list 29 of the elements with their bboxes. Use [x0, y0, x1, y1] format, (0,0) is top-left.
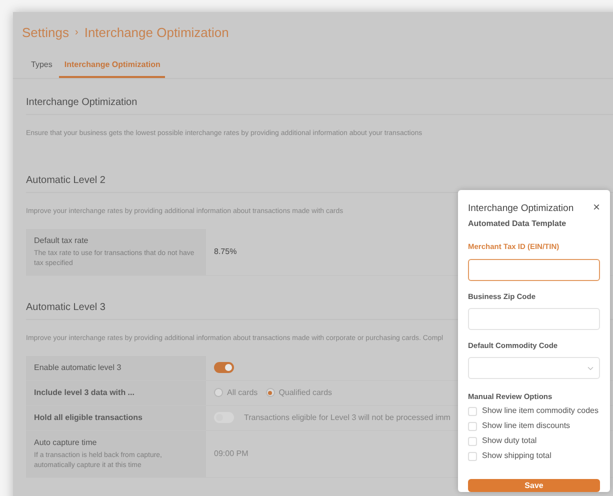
dialog-subtitle: Automated Data Template: [468, 218, 568, 230]
toggle-switch[interactable]: [214, 362, 234, 373]
checkbox[interactable]: [468, 406, 477, 416]
page-title: Interchange Optimization: [84, 24, 229, 42]
save-button[interactable]: Save: [468, 479, 600, 492]
breadcrumb-separator: ›: [74, 26, 78, 40]
dialog-title: Interchange Optimization: [468, 202, 574, 216]
checkbox-option[interactable]: Show duty total: [468, 435, 600, 448]
radio-icon[interactable]: [266, 388, 275, 397]
select-field[interactable]: [468, 357, 600, 379]
checkbox-option[interactable]: Show line item discounts: [468, 420, 600, 432]
checkbox[interactable]: [468, 422, 477, 431]
tab[interactable]: Types: [26, 58, 58, 78]
checkbox-option[interactable]: Show line item commodity codes: [468, 405, 600, 418]
row-label: Include level 3 data with ...: [34, 386, 136, 398]
row-label: Hold all eligible transactions: [34, 412, 144, 424]
checkbox-option[interactable]: Show shipping total: [468, 450, 600, 462]
checkbox[interactable]: [468, 436, 477, 446]
note-text: Transactions eligible for Level 3 will not be processed imm: [244, 412, 450, 424]
value-text: 8.75%: [214, 246, 237, 258]
row-label: Enable automatic level 3: [34, 362, 122, 374]
radio-icon[interactable]: [214, 388, 223, 397]
row-label: Auto capture time: [34, 436, 98, 448]
value-text: 09:00 PM: [214, 448, 248, 460]
row-label: Default tax rate: [34, 234, 90, 246]
checkbox[interactable]: [468, 452, 477, 461]
close-button[interactable]: ×: [592, 202, 600, 212]
section-title: Interchange Optimization: [26, 94, 613, 114]
input-field[interactable]: [468, 258, 600, 280]
